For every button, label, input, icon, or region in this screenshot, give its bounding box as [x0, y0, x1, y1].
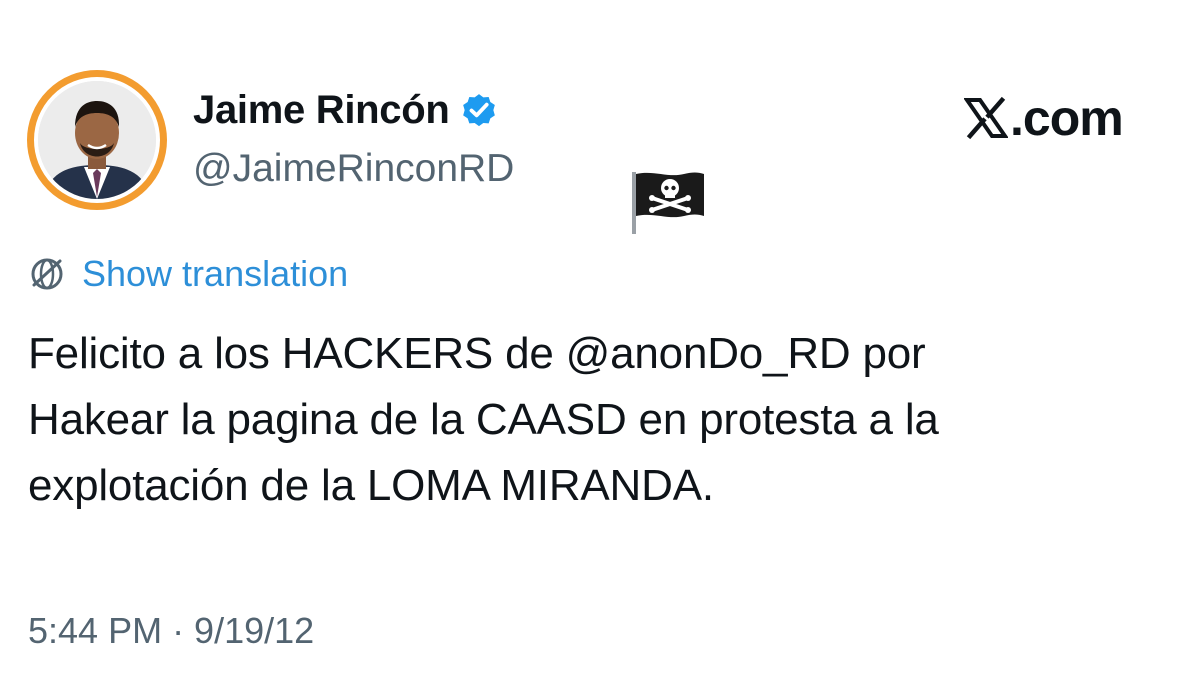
show-translation-link[interactable]: Show translation: [82, 253, 348, 295]
tweet-timestamp[interactable]: 5:44 PM · 9/19/12: [28, 610, 314, 652]
x-logo-icon: [964, 96, 1008, 140]
show-translation-row[interactable]: Show translation: [28, 250, 348, 298]
pirate-flag-icon: [632, 172, 704, 234]
watermark-domain-text: .com: [1010, 90, 1124, 146]
author-handle[interactable]: @JaimeRinconRD: [193, 147, 514, 191]
profile-photo: [38, 81, 156, 199]
verified-badge-icon[interactable]: [459, 90, 499, 130]
avatar[interactable]: [27, 70, 167, 210]
tweet-body-text: Felicito a los HACKERS de @anonDo_RD por…: [28, 329, 939, 510]
author-name-row: Jaime Rincón: [193, 84, 499, 136]
globe-icon: [31, 258, 63, 290]
cropped-top-bar: [0, 0, 1200, 6]
x-com-watermark: .com: [964, 90, 1124, 146]
author-display-name[interactable]: Jaime Rincón: [193, 88, 450, 133]
